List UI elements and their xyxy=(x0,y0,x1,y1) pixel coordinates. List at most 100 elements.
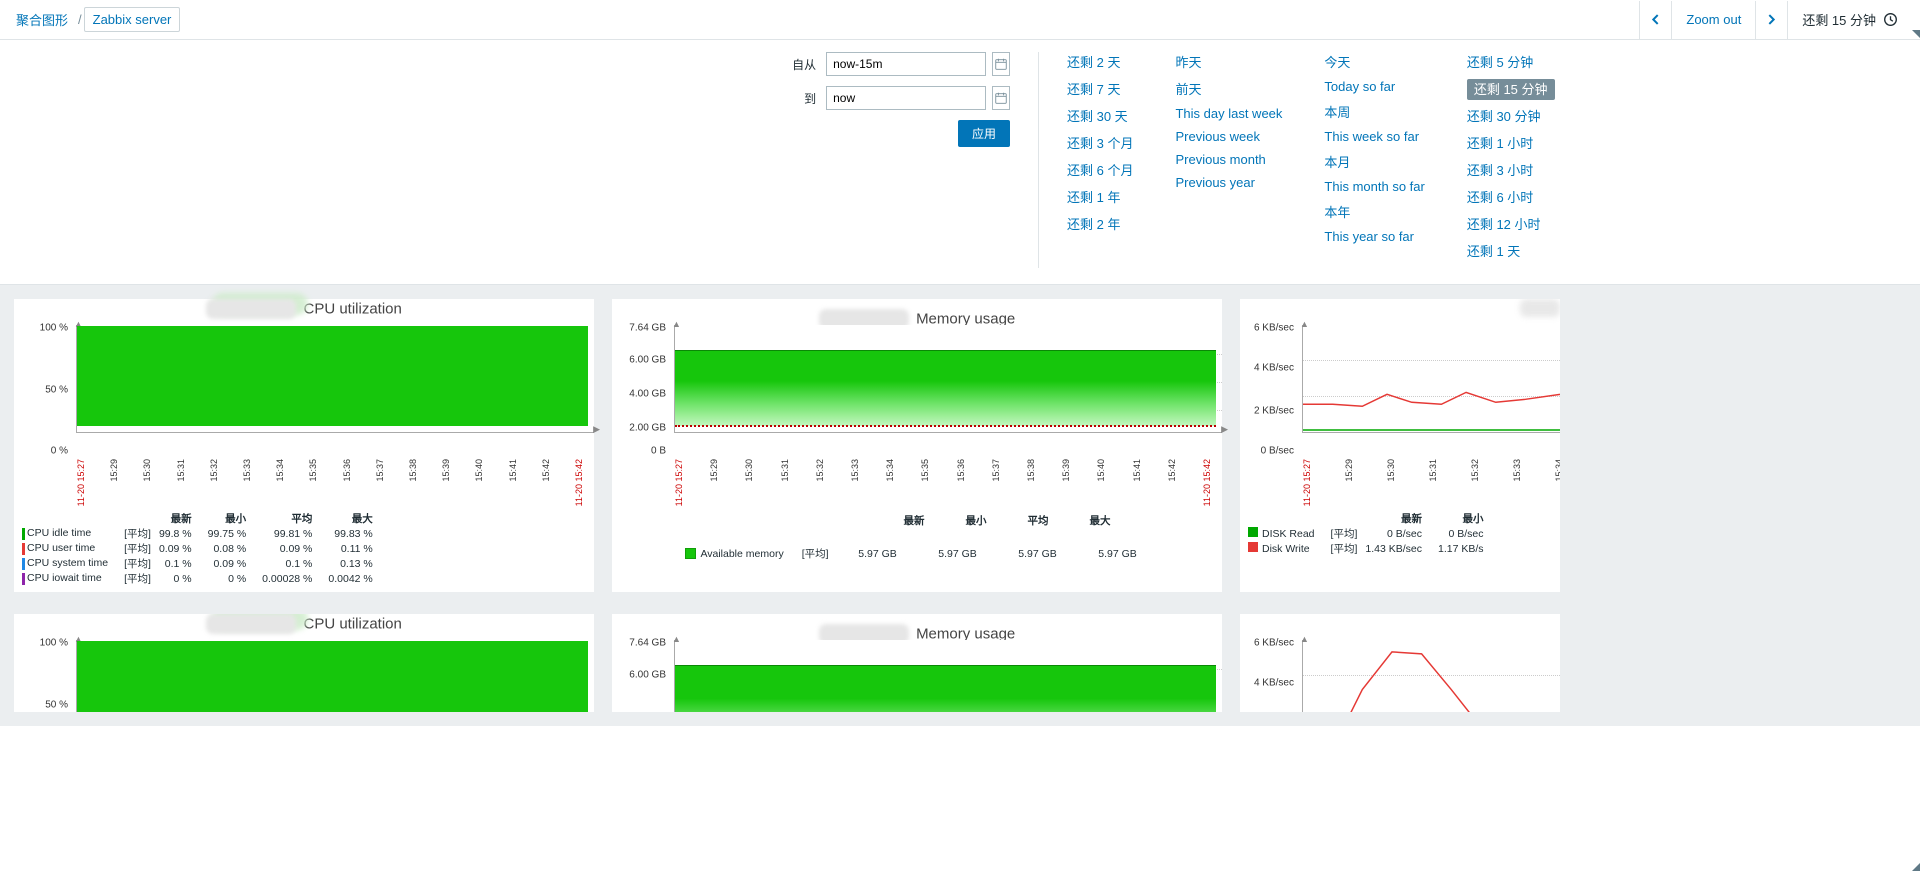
time-preset-link[interactable]: 还剩 30 天 xyxy=(1067,109,1128,124)
cpu-chart-2: CPU utilization 100 % 50 % ▲ xyxy=(14,614,594,712)
y-tick: 4.00 GB xyxy=(629,388,666,399)
x-tick: 15:42 xyxy=(1167,459,1177,482)
time-preset-link[interactable]: 还剩 6 个月 xyxy=(1067,163,1133,178)
x-tick: 15:40 xyxy=(1096,459,1106,482)
time-preset-link[interactable]: 还剩 12 小时 xyxy=(1467,217,1541,232)
breadcrumb-current[interactable]: Zabbix server xyxy=(84,7,181,32)
time-preset-link[interactable]: 本月 xyxy=(1324,155,1350,170)
breadcrumb-sep: / xyxy=(76,12,84,27)
time-preset-link[interactable]: 还剩 1 年 xyxy=(1067,190,1120,205)
time-preset-link[interactable]: 还剩 2 天 xyxy=(1067,55,1120,70)
x-tick: 15:31 xyxy=(1428,459,1438,482)
y-tick: 7.64 GB xyxy=(629,322,666,333)
time-preset-link[interactable]: 前天 xyxy=(1175,82,1201,97)
breadcrumb: 聚合图形 / Zabbix server Zoom out 还剩 15 分钟 xyxy=(0,0,1920,40)
from-calendar-button[interactable] xyxy=(992,52,1010,76)
time-preset-link[interactable]: 昨天 xyxy=(1175,55,1201,70)
time-preset-link[interactable]: 还剩 1 小时 xyxy=(1467,136,1533,151)
time-preset-link[interactable]: 本年 xyxy=(1324,205,1350,220)
time-preset-link[interactable]: 本周 xyxy=(1324,105,1350,120)
charts-area: CPU utilization 100 %50 %0 % ▲▶ 11-20 15… xyxy=(0,285,1920,726)
y-tick: 2 KB/sec xyxy=(1254,405,1294,416)
time-preset-link[interactable]: This day last week xyxy=(1175,106,1282,121)
x-tick: 15:39 xyxy=(441,459,451,482)
time-preset-link[interactable]: 还剩 6 小时 xyxy=(1467,190,1533,205)
x-tick: 15:30 xyxy=(744,459,754,482)
calendar-icon xyxy=(994,91,1008,105)
time-preset-link[interactable]: 还剩 2 年 xyxy=(1067,217,1120,232)
chart-title: CPU utilization xyxy=(303,616,401,633)
clock-icon xyxy=(1883,12,1898,27)
x-tick: 15:31 xyxy=(780,459,790,482)
x-tick: 15:40 xyxy=(474,459,484,482)
time-preset-link[interactable]: Today so far xyxy=(1324,79,1395,94)
x-tick: 15:32 xyxy=(1470,459,1480,482)
y-tick: 2.00 GB xyxy=(629,422,666,433)
x-tick: 15:32 xyxy=(815,459,825,482)
disk-chart-2: 6 KB/sec 4 KB/sec ▲ xyxy=(1240,614,1560,712)
x-tick: 15:41 xyxy=(1132,459,1142,482)
x-tick: 15:33 xyxy=(242,459,252,482)
breadcrumb-root[interactable]: 聚合图形 xyxy=(8,6,76,33)
time-preset-link[interactable]: This week so far xyxy=(1324,129,1419,144)
disk-legend-table: 最新最小DISK Read[平均]0 B/sec0 B/secDisk Writ… xyxy=(1240,507,1560,562)
x-tick: 15:33 xyxy=(850,459,860,482)
y-tick: 6 KB/sec xyxy=(1254,322,1294,333)
time-preset-link[interactable]: This month so far xyxy=(1324,179,1424,194)
x-tick: 15:30 xyxy=(1386,459,1396,482)
x-tick: 15:34 xyxy=(275,459,285,482)
mem-legend: 最新最小平均最大Available memory[平均]5.97 GB5.97 … xyxy=(612,507,1222,561)
time-preset-link[interactable]: 还剩 30 分钟 xyxy=(1467,109,1541,124)
apply-button[interactable]: 应用 xyxy=(958,120,1010,147)
time-preset-link[interactable]: Previous month xyxy=(1175,152,1265,167)
host-label-blurred xyxy=(206,299,296,319)
x-tick: 15:37 xyxy=(991,459,1001,482)
time-preset-link[interactable]: 还剩 1 天 xyxy=(1467,244,1520,259)
y-tick: 50 % xyxy=(45,385,68,396)
mem-chart-1: Memory usage 7.64 GB6.00 GB4.00 GB2.00 G… xyxy=(612,299,1222,592)
x-tick: 15:34 xyxy=(1554,459,1560,482)
time-preset-link[interactable]: This year so far xyxy=(1324,229,1414,244)
to-calendar-button[interactable] xyxy=(992,86,1010,110)
x-tick: 15:33 xyxy=(1512,459,1522,482)
time-range-display-button[interactable]: 还剩 15 分钟 xyxy=(1787,1,1912,39)
cpu-legend-table: 最新最小平均最大CPU idle time[平均]99.8 %99.75 %99… xyxy=(14,507,594,592)
time-preset-link[interactable]: 还剩 15 分钟 xyxy=(1467,79,1555,100)
to-input[interactable] xyxy=(826,86,986,110)
x-tick: 15:37 xyxy=(375,459,385,482)
time-preset-link[interactable]: 还剩 7 天 xyxy=(1067,82,1120,97)
x-tick: 15:29 xyxy=(109,459,119,482)
time-preset-link[interactable]: 还剩 3 小时 xyxy=(1467,163,1533,178)
scroll-up-hint[interactable] xyxy=(1912,30,1920,46)
x-tick: 15:41 xyxy=(508,459,518,482)
scroll-down-hint[interactable] xyxy=(1912,855,1920,871)
time-next-button[interactable] xyxy=(1755,1,1787,39)
x-tick: 15:38 xyxy=(408,459,418,482)
time-filter-panel: 自从 到 应用 还剩 2 天还剩 7 天还剩 30 天还剩 3 个月还剩 6 个… xyxy=(0,40,1920,285)
y-tick: 6.00 GB xyxy=(629,355,666,366)
time-preset-link[interactable]: Previous week xyxy=(1175,129,1260,144)
time-prev-button[interactable] xyxy=(1639,1,1671,39)
x-tick: 15:30 xyxy=(142,459,152,482)
x-tick: 11-20 15:27 xyxy=(76,459,86,506)
x-tick: 11-20 15:27 xyxy=(1302,459,1312,506)
chevron-right-icon xyxy=(1766,14,1777,25)
time-preset-link[interactable]: 还剩 3 个月 xyxy=(1067,136,1133,151)
chevron-left-icon xyxy=(1650,14,1661,25)
x-tick: 15:32 xyxy=(209,459,219,482)
zoom-out-button[interactable]: Zoom out xyxy=(1671,1,1755,39)
cpu-chart-1: CPU utilization 100 %50 %0 % ▲▶ 11-20 15… xyxy=(14,299,594,592)
time-presets: 还剩 2 天还剩 7 天还剩 30 天还剩 3 个月还剩 6 个月还剩 1 年还… xyxy=(1067,52,1555,268)
from-label: 自从 xyxy=(780,56,826,73)
time-range-text: 还剩 15 分钟 xyxy=(1802,10,1876,29)
from-input[interactable] xyxy=(826,52,986,76)
time-preset-link[interactable]: Previous year xyxy=(1175,175,1254,190)
x-tick: 15:34 xyxy=(885,459,895,482)
x-tick: 15:42 xyxy=(541,459,551,482)
time-preset-link[interactable]: 今天 xyxy=(1324,55,1350,70)
disk-chart-1: 6 KB/sec4 KB/sec2 KB/sec0 B/sec ▲ 11-20 … xyxy=(1240,299,1560,592)
time-preset-link[interactable]: 还剩 5 分钟 xyxy=(1467,55,1533,70)
chart-title: CPU utilization xyxy=(303,301,401,318)
to-label: 到 xyxy=(780,90,826,107)
y-tick: 4 KB/sec xyxy=(1254,362,1294,373)
